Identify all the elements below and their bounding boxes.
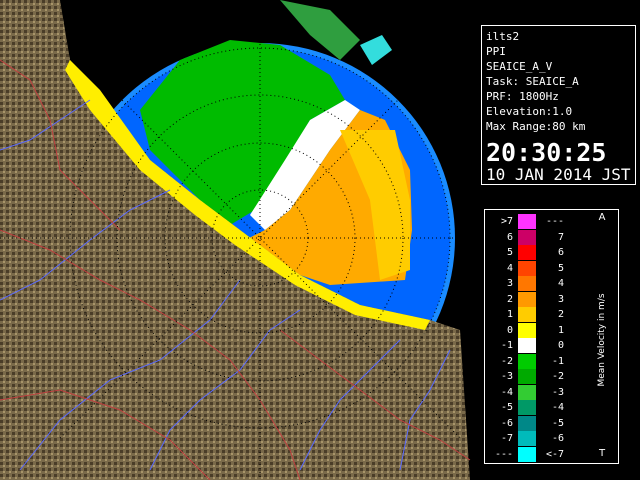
legend-upper-bound: 5 [557, 262, 564, 274]
legend-color-swatch [518, 307, 536, 322]
radar-info-box: ilts2 PPI SEAICE_A_V Task: SEAICE_A PRF:… [481, 25, 636, 185]
legend-lower-bound: -1 [500, 340, 513, 351]
legend-color-swatch [518, 415, 536, 431]
legend-upper-bound: <-7 [545, 448, 564, 460]
legend-bottom-letter: T [598, 448, 606, 459]
legend-color-swatch [518, 431, 536, 446]
legend-upper-bound: 2 [557, 309, 564, 320]
legend-lower-bound: 6 [506, 231, 513, 243]
legend-upper-bound: 6 [557, 247, 564, 258]
radar-map [0, 0, 480, 480]
legend-lower-bound: 0 [506, 324, 513, 336]
legend-upper-bound: 4 [557, 278, 564, 289]
legend-row: 45 [485, 260, 618, 277]
legend-row: -7 -6 [485, 430, 618, 447]
legend-lower-bound: 1 [506, 309, 513, 320]
side-panel: ilts2 PPI SEAICE_A_V Task: SEAICE_A PRF:… [480, 0, 640, 480]
legend-upper-bound: -5 [551, 417, 564, 429]
echo-cyan-patch [360, 35, 392, 65]
legend-color-swatch [518, 291, 536, 307]
legend-lower-bound: 5 [506, 247, 513, 258]
legend-row: 34 [485, 275, 618, 292]
legend-upper-bound: 0 [557, 340, 564, 351]
legend-lower-bound: -7 [500, 433, 513, 444]
legend-row: -6 -5 [485, 415, 618, 432]
legend-upper-bound: 1 [557, 324, 564, 336]
legend-color-swatch [518, 338, 536, 353]
legend-upper-bound: 3 [557, 293, 564, 305]
legend-title: Mean Velocity in m/s [597, 293, 607, 387]
legend-upper-bound: -4 [551, 402, 564, 413]
legend-lower-bound: 3 [506, 278, 513, 289]
legend-lower-bound: 2 [506, 293, 513, 305]
legend-row: 56 [485, 244, 618, 261]
legend-lower-bound: 4 [506, 262, 513, 274]
legend-upper-bound: 7 [557, 231, 564, 243]
legend-lower-bound: -2 [500, 355, 513, 367]
legend-color-swatch [518, 276, 536, 291]
legend-color-swatch [518, 245, 536, 260]
legend-top-letter: A [598, 212, 606, 223]
legend-color-swatch [518, 446, 536, 462]
legend-color-swatch [518, 353, 536, 369]
legend-color-swatch [518, 214, 536, 229]
product-type: PPI [486, 45, 506, 58]
legend-upper-bound: -3 [551, 386, 564, 398]
max-range-value: Max Range:80 km [486, 120, 586, 133]
legend-lower-bound: -4 [500, 386, 513, 398]
legend-lower-bound: -5 [500, 402, 513, 413]
legend-color-swatch [518, 369, 536, 384]
legend-row: 67 [485, 229, 618, 246]
legend-upper-bound: -6 [551, 433, 564, 444]
legend-lower-bound: --- [494, 448, 513, 460]
site-name: ilts2 [486, 30, 520, 43]
legend-color-swatch [518, 260, 536, 276]
legend-color-swatch [518, 229, 536, 245]
legend-upper-bound: -2 [551, 371, 564, 382]
velocity-legend: >7 --- 6 7 5 6 4 5 3 4 2 3 1 2 0 1 -1 0 -2 -1 -3 -2 -4 -3 -5 -4 -6… [484, 209, 619, 464]
radar-ppi-view [0, 0, 480, 480]
legend-row: -5 -4 [485, 399, 618, 416]
scan-time: 20:30:25 [486, 138, 607, 167]
legend-lower-bound: -6 [500, 417, 513, 429]
legend-upper-bound: -1 [551, 355, 564, 367]
legend-color-swatch [518, 400, 536, 415]
task-name: Task: SEAICE_A [486, 75, 579, 88]
legend-lower-bound: >7 [500, 216, 513, 227]
legend-color-swatch [518, 384, 536, 400]
legend-upper-bound: --- [545, 216, 564, 227]
elevation-value: Elevation:1.0 [486, 105, 573, 118]
prf-value: PRF: 1800Hz [486, 90, 559, 103]
scan-date: 10 JAN 2014 JST [486, 165, 631, 184]
dataset-name: SEAICE_A_V [486, 60, 553, 73]
legend-lower-bound: -3 [500, 371, 513, 382]
legend-color-swatch [518, 322, 536, 338]
